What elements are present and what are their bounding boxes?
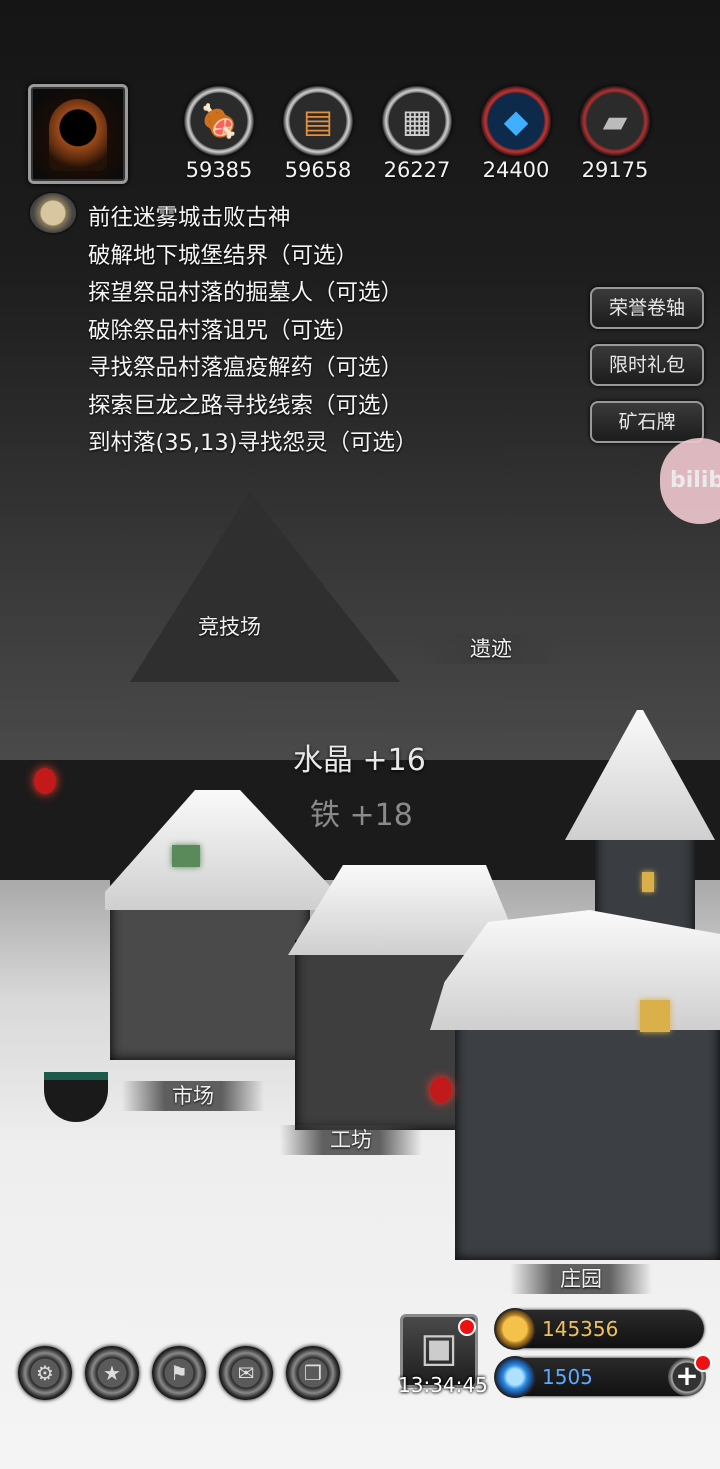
resource-crystal[interactable]: ◆ 24400: [471, 86, 561, 182]
banner-button[interactable]: ⚑: [152, 1346, 206, 1400]
quest-item[interactable]: 破解地下城堡结界（可选）: [88, 238, 417, 276]
gold-coin-icon: [494, 1308, 536, 1350]
iron-icon: ▰: [580, 86, 650, 156]
quest-item[interactable]: 探望祭品村落的掘墓人（可选）: [88, 275, 417, 313]
gift-notification-dot: [458, 1318, 476, 1336]
red-lantern-left: [34, 768, 56, 794]
red-lantern-workshop: [430, 1077, 452, 1103]
iron-gain-popup: 铁 +18: [310, 798, 413, 833]
gem-amount: 1505: [542, 1365, 593, 1389]
gift-box-icon: ▣: [420, 1325, 458, 1371]
market-roof: [105, 790, 330, 910]
limited-pack-button[interactable]: 限时礼包: [590, 344, 704, 386]
resource-count: 59658: [284, 158, 352, 182]
resource-count: 24400: [482, 158, 550, 182]
quest-item[interactable]: 破除祭品村落诅咒（可选）: [88, 313, 417, 351]
gold-counter: 145356: [494, 1308, 704, 1350]
resource-meat[interactable]: 🍖 59385: [174, 86, 264, 182]
achievement-button[interactable]: ★: [85, 1346, 139, 1400]
mail-icon: ✉: [237, 1361, 255, 1385]
quest-item[interactable]: 到村落(35,13)寻找怨灵（可选）: [88, 425, 417, 463]
location-market[interactable]: 市场: [122, 1081, 264, 1111]
mail-button[interactable]: ✉: [219, 1346, 273, 1400]
blue-gem-icon: [494, 1356, 536, 1398]
honor-scroll-button[interactable]: 荣誉卷轴: [590, 287, 704, 329]
quest-item[interactable]: 探索巨龙之路寻找线索（可选）: [88, 388, 417, 426]
box-icon: ❒: [304, 1361, 322, 1385]
achievement-icon: ★: [103, 1361, 121, 1385]
arena-mountain: [130, 492, 400, 682]
manor-window: [640, 1000, 670, 1032]
hooded-figure-icon: [49, 99, 107, 171]
resource-iron[interactable]: ▰ 29175: [570, 86, 660, 182]
add-gems-notification-dot: [694, 1354, 712, 1372]
location-manor[interactable]: 庄园: [510, 1264, 652, 1294]
resource-wood[interactable]: ▤ 59658: [273, 86, 363, 182]
crystal-gain-popup: 水晶 +16: [293, 743, 426, 778]
location-arena[interactable]: 竞技场: [198, 611, 261, 641]
stone-icon: ▦: [382, 86, 452, 156]
quest-item[interactable]: 寻找祭品村落瘟疫解药（可选）: [88, 350, 417, 388]
meat-icon: 🍖: [184, 86, 254, 156]
settings-icon: ⚙: [36, 1361, 54, 1385]
resource-stone[interactable]: ▦ 26227: [372, 86, 462, 182]
location-workshop[interactable]: 工坊: [280, 1125, 422, 1155]
resource-count: 26227: [383, 158, 451, 182]
quest-scroll-icon[interactable]: [30, 193, 76, 233]
settings-button[interactable]: ⚙: [18, 1346, 72, 1400]
quest-list: 前往迷雾城击败古神 破解地下城堡结界（可选） 探望祭品村落的掘墓人（可选） 破除…: [88, 200, 417, 463]
banner-icon: ⚑: [170, 1361, 188, 1385]
crystal-icon: ◆: [481, 86, 551, 156]
location-ruins[interactable]: 遗迹: [420, 634, 562, 664]
gold-amount: 145356: [542, 1317, 619, 1341]
player-portrait[interactable]: [28, 84, 128, 184]
tower-window: [642, 872, 654, 892]
box-button[interactable]: ❒: [286, 1346, 340, 1400]
wood-icon: ▤: [283, 86, 353, 156]
market-window: [172, 845, 200, 867]
resource-count: 29175: [581, 158, 649, 182]
quest-item[interactable]: 前往迷雾城击败古神: [88, 200, 417, 238]
gift-timer: 13:34:45: [398, 1373, 488, 1397]
resource-count: 59385: [185, 158, 253, 182]
ore-card-button[interactable]: 矿石牌: [590, 401, 704, 443]
